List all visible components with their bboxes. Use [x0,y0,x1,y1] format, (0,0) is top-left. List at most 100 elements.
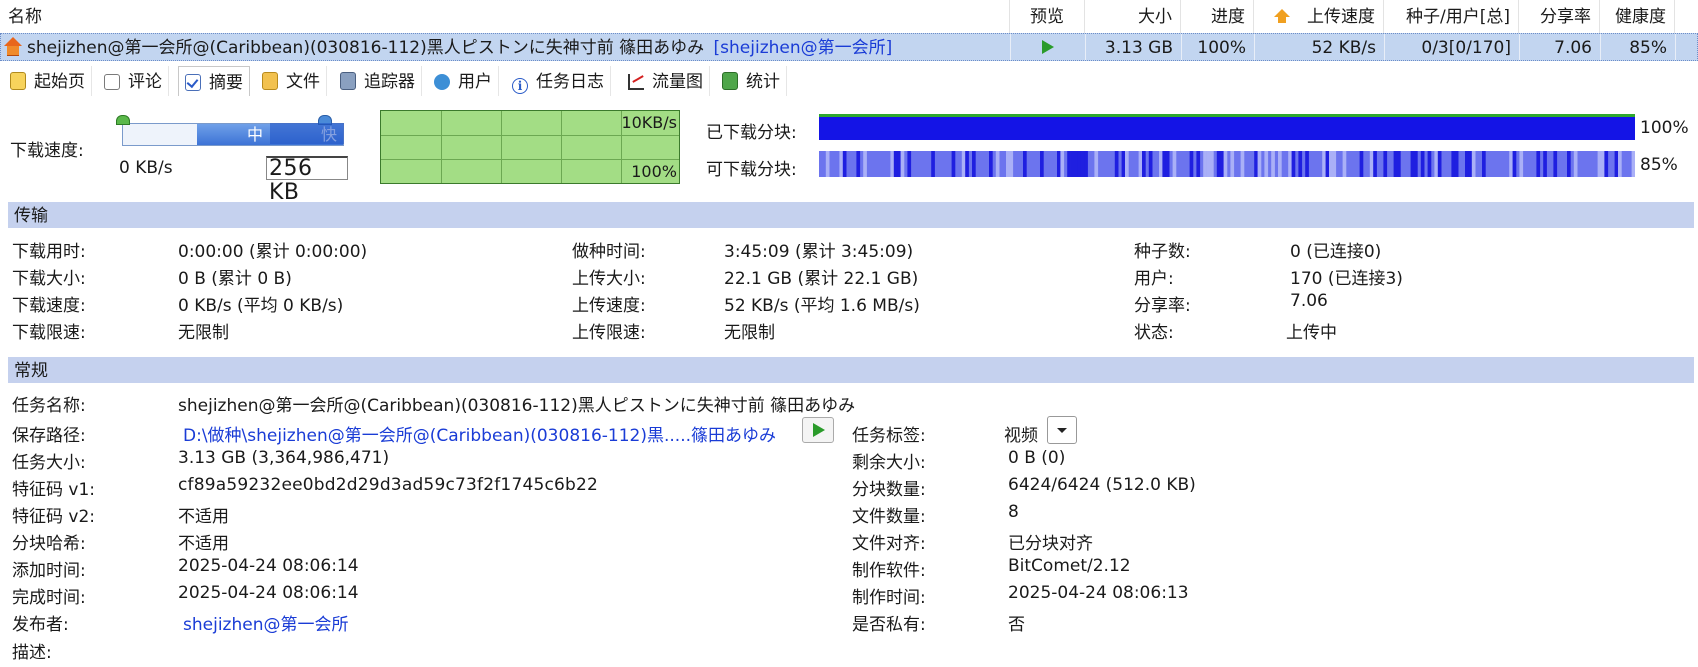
transfer-value: 3:45:09 (累计 3:45:09) [724,242,914,262]
piece-segment [1519,151,1524,177]
save-path-link[interactable]: D:\做种\shejizhen@第一会所@(Caribbean)(030816-… [183,421,776,446]
piece-segment [1482,151,1486,177]
transfer-label: 用户: [1134,269,1174,289]
col-seeds-peers[interactable]: 种子/用户[总] [1384,0,1519,33]
col-name[interactable]: 名称 [0,0,1010,33]
download-speed-label: 下载速度: [10,141,84,161]
sort-up-icon-stem [1278,17,1286,23]
transfer-label: 下载限速: [12,323,86,343]
downloaded-pieces-bar [819,114,1635,140]
piece-segment [1451,151,1456,177]
tab-traffic-chart[interactable]: 流量图 [622,66,710,96]
tab-summary[interactable]: 摘要 [178,66,250,96]
general-label: 制作软件: [852,561,926,581]
piece-segment [1189,151,1194,177]
piece-segment [1023,151,1027,177]
col-progress[interactable]: 进度 [1181,0,1254,33]
statistics-icon [722,72,738,90]
graph-pct-label: 100% [631,162,677,181]
general-value: 否 [1008,615,1025,635]
slider-fill-mark [270,123,344,144]
transfer-label: 种子数: [1134,242,1191,262]
general-label: 分块数量: [852,480,926,500]
tab-files[interactable]: 文件 [256,66,327,96]
home-page-icon [10,72,26,90]
slider-min-handle[interactable] [116,115,130,125]
piece-segment [1114,151,1119,177]
piece-segment [1414,151,1418,177]
torrent-progress: 100% [1182,34,1255,60]
general-label: 文件对齐: [852,534,926,554]
transfer-value: 170 (已连接3) [1290,269,1403,289]
task-tag-dropdown[interactable] [1047,416,1077,444]
slider-mid-label: 中 [247,125,264,144]
piece-segment [1509,151,1513,177]
transfer-value: 7.06 [1290,291,1328,311]
piece-segment [1305,151,1309,177]
open-folder-button[interactable] [802,417,834,443]
piece-segment [1067,151,1071,177]
transfer-value: 52 KB/s (平均 1.6 MB/s) [724,296,920,316]
task-name-value: shejizhen@第一会所@(Caribbean)(030816-112)黑人… [178,396,856,416]
publisher-link[interactable]: shejizhen@第一会所 [183,610,348,635]
tab-statistics[interactable]: 统计 [716,66,787,96]
preview-play-button[interactable] [1011,34,1086,60]
summary-check-icon [185,74,201,91]
tab-peers[interactable]: 用户 [428,66,499,96]
torrent-name: shejizhen@第一会所@(Caribbean)(030816-112)黑人… [27,38,705,58]
piece-segment [1138,151,1143,177]
general-label: 发布者: [12,615,69,635]
piece-segment [989,151,993,177]
section-transfer: 传输 [8,202,1694,228]
piece-segment [907,151,912,177]
torrent-health: 85% [1601,34,1676,60]
col-preview[interactable]: 预览 [1010,0,1085,33]
piece-segment [842,151,847,177]
piece-segment [1080,151,1085,177]
tab-task-log[interactable]: i 任务日志 [506,66,611,96]
piece-segment [1553,151,1558,177]
torrent-ratio: 7.06 [1520,34,1601,60]
piece-segment [1142,151,1146,177]
col-upload-speed[interactable]: 上传速度 [1254,0,1384,33]
col-health[interactable]: 健康度 [1600,0,1675,33]
info-icon: i [512,78,528,94]
piece-segment [1223,151,1228,177]
piece-segment [1369,151,1374,177]
piece-segment [1465,151,1469,177]
play-icon [1042,40,1054,54]
piece-segment [1148,151,1153,177]
col-ratio[interactable]: 分享率 [1519,0,1600,33]
general-value: 2025-04-24 08:06:14 [178,583,359,603]
tab-comments[interactable]: 评论 [98,66,169,96]
general-value: 已分块对齐 [1008,534,1093,554]
speed-limit-input[interactable]: 256 KB [266,156,348,205]
piece-segment [1216,151,1221,177]
piece-segment [1070,151,1075,177]
general-label: 制作时间: [852,588,926,608]
piece-segment [1240,151,1245,177]
piece-segment [1543,151,1547,177]
transfer-value: 0:00:00 (累计 0:00:00) [178,242,368,262]
col-size[interactable]: 大小 [1085,0,1181,33]
downloaded-pieces-label: 已下载分块: [706,123,797,143]
piece-segment [1084,151,1088,177]
save-path-label: 保存路径: [12,426,86,446]
piece-segment [1278,151,1282,177]
current-download-speed: 0 KB/s [119,158,173,178]
piece-segment [1009,151,1014,177]
piece-segment [1573,151,1578,177]
piece-segment [839,151,844,177]
piece-segment [1288,151,1292,177]
piece-segment [1125,151,1129,177]
tab-home[interactable]: 起始页 [4,66,92,96]
piece-segment [1006,151,1010,177]
piece-segment [1264,151,1269,177]
torrent-row[interactable]: shejizhen@第一会所@(Caribbean)(030816-112)黑人… [0,33,1698,61]
piece-segment [1060,151,1065,177]
tab-trackers[interactable]: 追踪器 [334,66,422,96]
torrent-size: 3.13 GB [1086,34,1182,60]
piece-segment [1206,151,1211,177]
file-icon [262,72,278,90]
transfer-value: 0 (已连接0) [1290,242,1382,262]
